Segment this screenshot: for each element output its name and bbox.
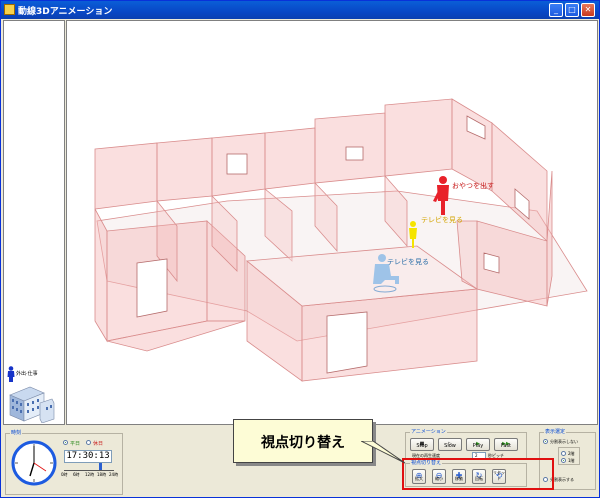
- floor2-label: 2階: [568, 451, 575, 456]
- callout-pointer: [361, 441, 406, 464]
- maximize-button[interactable]: □: [565, 3, 579, 17]
- house-3d-model: [94, 98, 588, 382]
- yellow-person-label: テレビを見る: [421, 216, 463, 224]
- time-display: 17:30:13: [64, 450, 112, 463]
- building-icon: [9, 386, 55, 423]
- clock-group-title: 時刻: [10, 429, 23, 436]
- window-title: 動線3Dアニメーション: [18, 7, 113, 17]
- app-window: 動線3Dアニメーション _ □ ✕ 外出·仕事 おやつを出す テレビを見る テレ…: [0, 0, 600, 498]
- play-label: Play: [472, 443, 484, 449]
- fast-button[interactable]: ▶▶ Fast: [494, 438, 518, 451]
- title-bar[interactable]: 動線3Dアニメーション _ □ ✕: [1, 1, 599, 19]
- tick-label: 24時: [109, 472, 119, 477]
- close-button[interactable]: ✕: [581, 3, 595, 17]
- stop-label: Stop: [416, 443, 428, 449]
- holiday-label: 休日: [93, 441, 104, 447]
- clock-icon: [11, 440, 57, 486]
- time-slider-thumb[interactable]: [99, 463, 102, 470]
- slow-label: Slow: [444, 443, 456, 449]
- activity-label: 外出·仕事: [16, 371, 38, 377]
- play-button[interactable]: ▶ Play: [466, 438, 490, 451]
- floor2-radio[interactable]: [561, 451, 566, 456]
- callout-box: 視点切り替え: [233, 419, 373, 463]
- tick-label: 12時: [85, 472, 95, 477]
- split-off-label: 分割表示しない: [550, 439, 578, 444]
- tick-label: 0時: [61, 472, 68, 477]
- animation-group: アニメーション ■ Stop ▷ Slow ▶ Play ▶▶ Fast 現在の…: [405, 428, 527, 460]
- 3d-view[interactable]: おやつを出す テレビを見る テレビを見る: [66, 20, 598, 425]
- stop-button[interactable]: ■ Stop: [410, 438, 434, 451]
- weekday-label: 平日: [70, 441, 81, 447]
- weekday-radio[interactable]: [63, 440, 68, 445]
- person-icon: [7, 366, 15, 382]
- app-icon: [4, 4, 15, 15]
- tick-label: 18時: [97, 472, 107, 477]
- display-group-title: 表示選定: [544, 428, 567, 435]
- time-slider[interactable]: [64, 463, 114, 471]
- split-off-radio[interactable]: [543, 439, 548, 444]
- blue-person-label: テレビを見る: [387, 258, 429, 266]
- floor1-radio[interactable]: [561, 458, 566, 463]
- slow-button[interactable]: ▷ Slow: [438, 438, 462, 451]
- animation-group-title: アニメーション: [410, 428, 447, 435]
- fast-label: Fast: [500, 443, 512, 449]
- left-panel: 外出·仕事: [3, 20, 65, 425]
- red-person-label: おやつを出す: [452, 182, 494, 190]
- tick-label: 6時: [73, 472, 80, 477]
- floor-group: 2階 1階: [558, 447, 580, 465]
- clock-group: 時刻 平日 休日 17:30:13 0時 6時 12時 18時 24時: [5, 429, 123, 495]
- holiday-radio[interactable]: [86, 440, 91, 445]
- time-ticks: 0時 6時 12時 18時 24時: [61, 472, 119, 478]
- viewpoint-highlight-box: [402, 458, 554, 490]
- minimize-button[interactable]: _: [549, 3, 563, 17]
- floor1-label: 1階: [568, 458, 575, 463]
- callout-text: 視点切り替え: [261, 435, 345, 451]
